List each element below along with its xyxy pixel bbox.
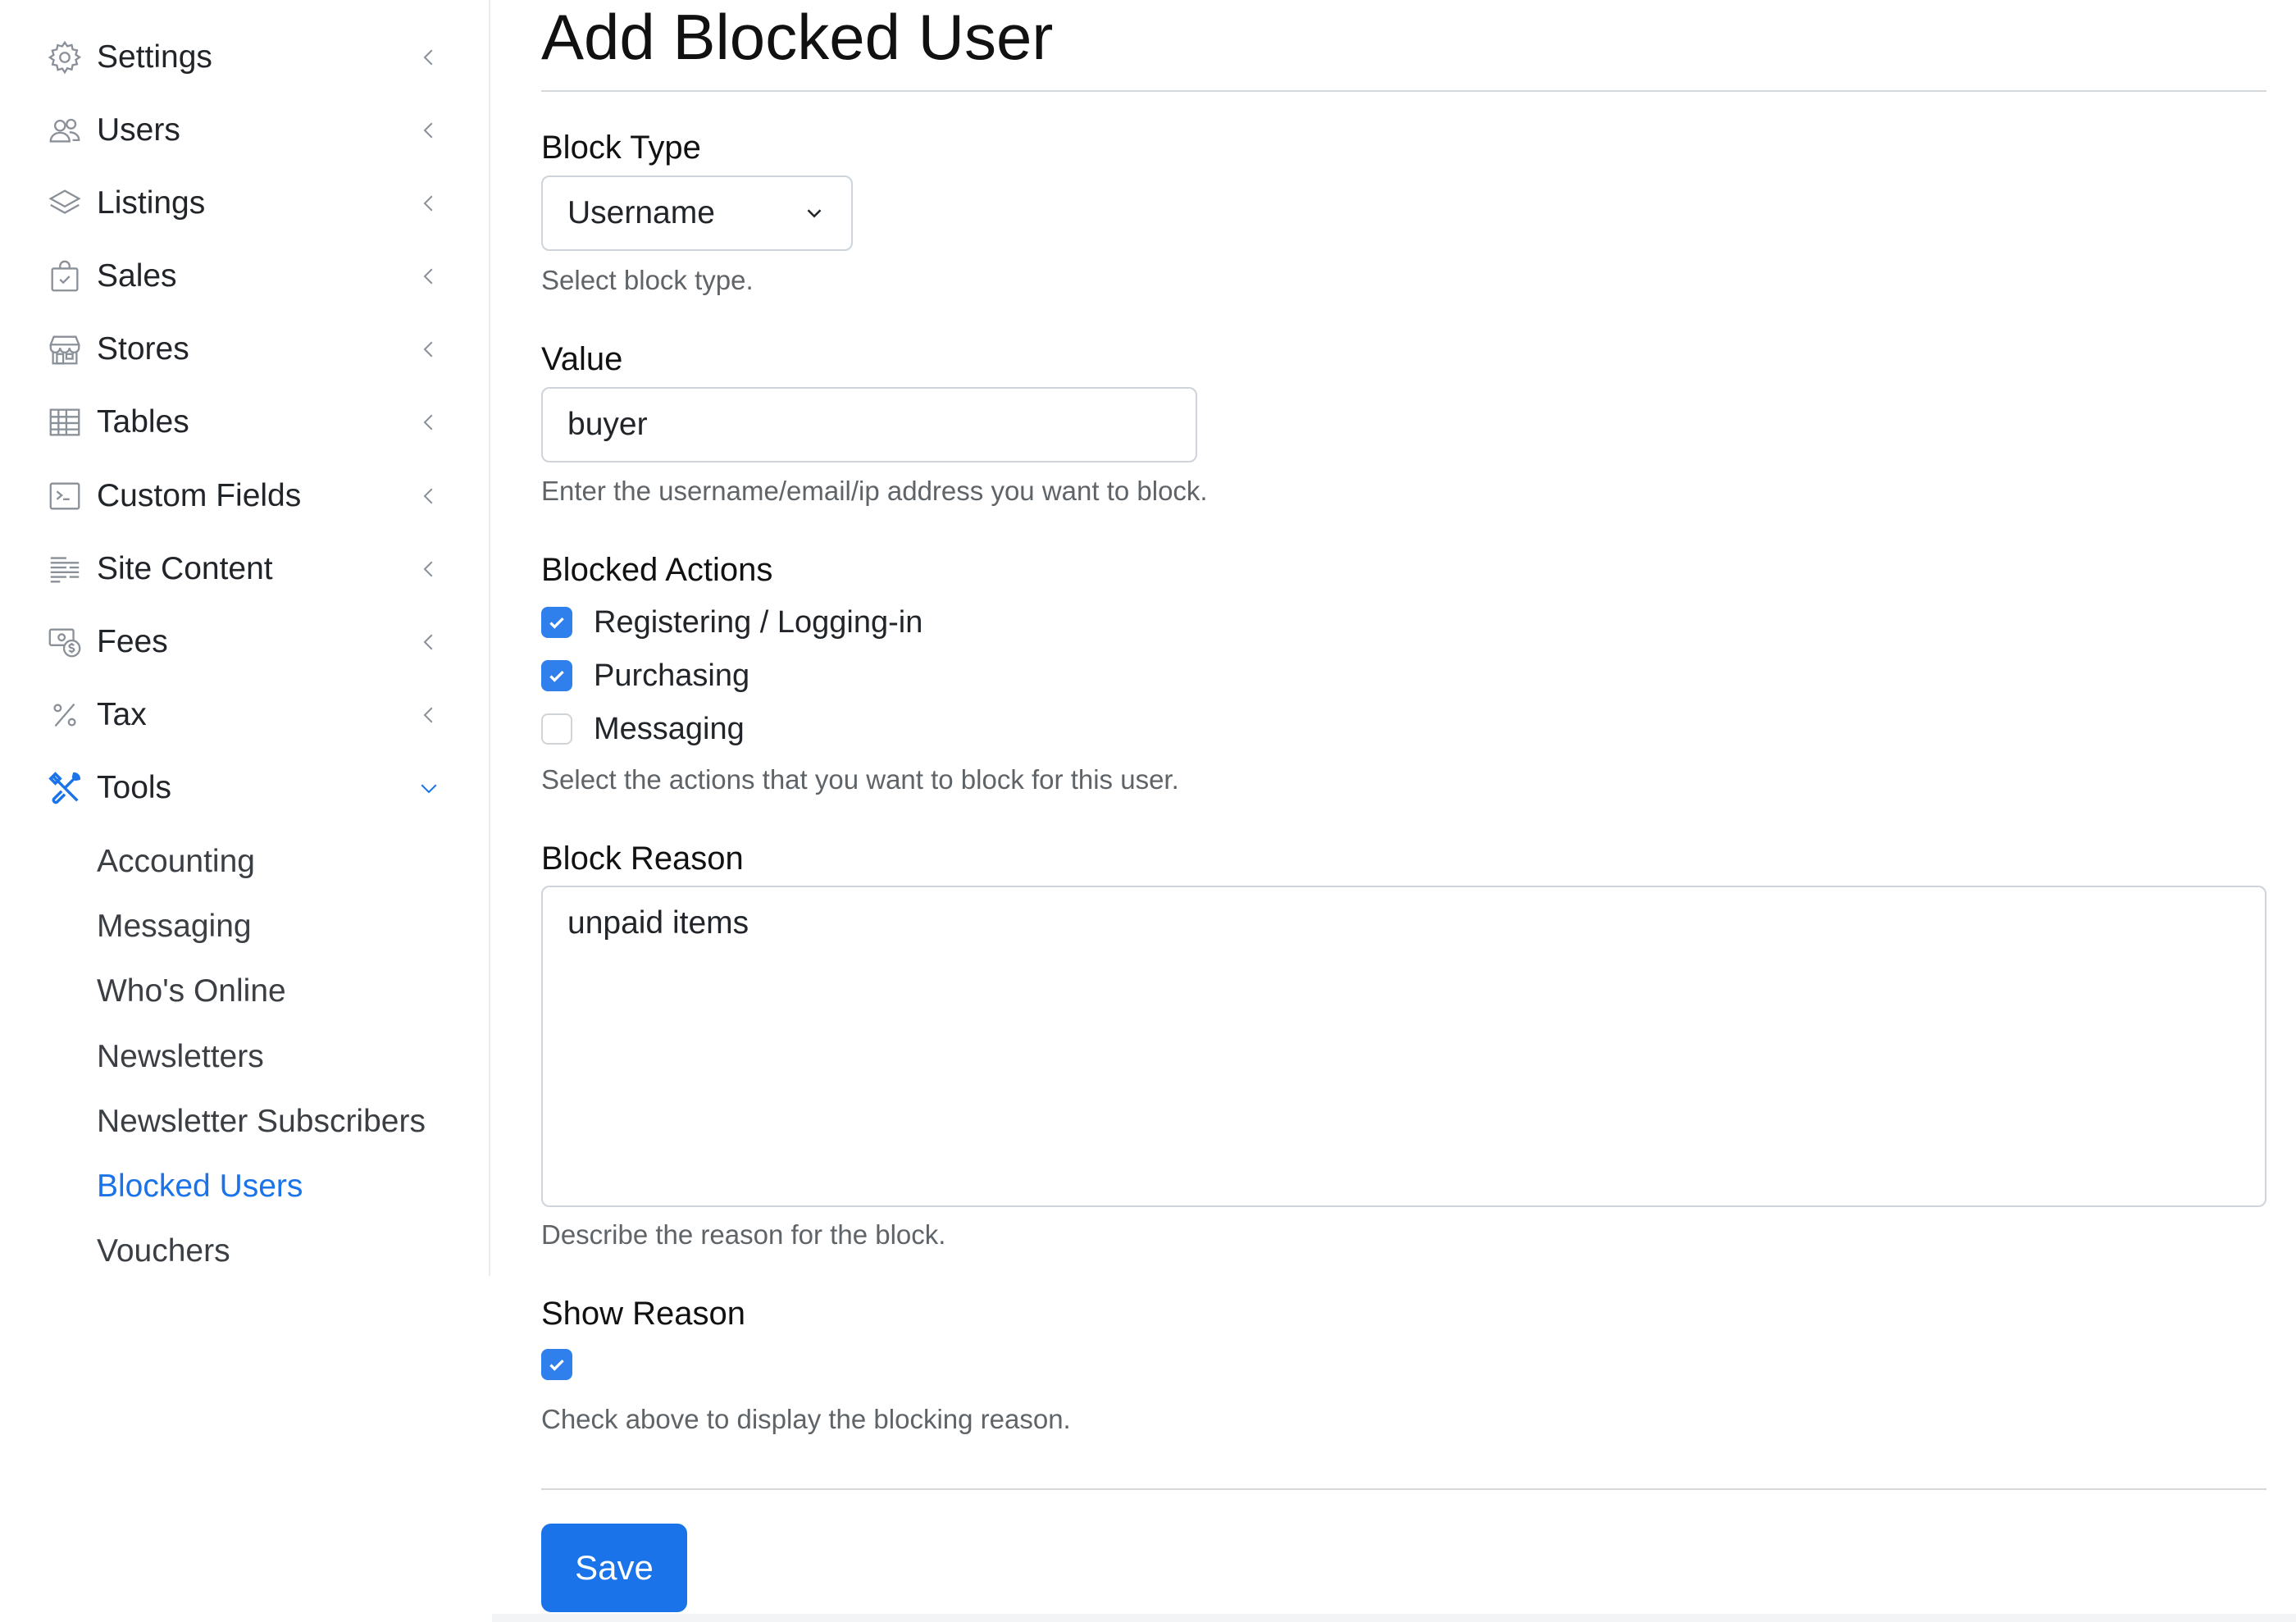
sidebar-item-listings[interactable]: Listings [0,171,489,236]
block-type-help: Select block type. [541,265,754,295]
money-icon [46,623,84,661]
purchasing-label: Purchasing [594,658,750,693]
page-bottom-strip [492,1614,2296,1622]
sidebar-item-label: Settings [97,39,212,75]
chevron-left-icon [417,484,441,508]
purchasing-checkbox[interactable] [541,660,572,691]
check-icon [549,617,564,629]
layers-icon [46,185,84,222]
terminal-icon [46,477,84,515]
form-footer-divider [541,1488,2266,1490]
percent-icon [46,696,84,734]
sidebar-item-label: Stores [97,331,189,367]
gear-icon [46,39,84,76]
table-icon [46,403,84,441]
registering-checkbox[interactable] [541,607,572,638]
show-reason-checkbox[interactable] [541,1349,572,1380]
sidebar-item-label: Tax [97,697,147,732]
block-type-selected-value: Username [567,195,715,230]
page-title: Add Blocked User [541,1,1054,73]
action-messaging-checkbox-row[interactable]: Messaging [541,706,745,752]
chevron-left-icon [417,630,441,654]
tools-icon [46,769,84,807]
sidebar-item-label: Site Content [97,551,273,586]
chevron-left-icon [417,703,441,727]
chevron-down-icon [802,201,827,226]
sidebar-subitem-vouchers[interactable]: Vouchers [97,1227,230,1276]
sidebar-item-label: Fees [97,624,168,659]
sidebar-subitem-newsletters[interactable]: Newsletters [97,1032,264,1082]
sidebar-item-site-content[interactable]: Site Content [0,536,489,602]
chevron-left-icon [417,191,441,216]
sidebar-item-label: Listings [97,185,206,221]
sidebar: Settings Users Listings Sales Stores Tab… [0,0,490,1276]
check-icon [549,1359,564,1371]
sidebar-item-settings[interactable]: Settings [0,25,489,90]
show-reason-checkbox-row[interactable] [541,1342,572,1387]
show-reason-label: Show Reason [541,1296,746,1332]
shopping-bag-icon [46,257,84,295]
value-label: Value [541,341,623,377]
chevron-down-icon [417,776,441,800]
sidebar-item-custom-fields[interactable]: Custom Fields [0,463,489,529]
sidebar-item-tax[interactable]: Tax [0,682,489,748]
storefront-icon [46,330,84,368]
sidebar-item-label: Tools [97,770,172,805]
messaging-checkbox[interactable] [541,713,572,745]
value-help: Enter the username/email/ip address you … [541,476,1208,506]
sidebar-subitem-blocked-users[interactable]: Blocked Users [97,1162,303,1211]
show-reason-help: Check above to display the blocking reas… [541,1404,1071,1434]
blocked-actions-help: Select the actions that you want to bloc… [541,764,1179,795]
chevron-left-icon [417,337,441,362]
block-reason-textarea[interactable]: unpaid items [541,886,2266,1207]
sidebar-subitem-messaging[interactable]: Messaging [97,902,252,951]
sidebar-item-sales[interactable]: Sales [0,244,489,309]
check-icon [549,670,564,682]
value-input[interactable] [541,387,1197,462]
registering-label: Registering / Logging-in [594,604,923,640]
action-registering-checkbox-row[interactable]: Registering / Logging-in [541,599,922,645]
chevron-left-icon [417,264,441,289]
messaging-label: Messaging [594,711,745,746]
chevron-left-icon [417,45,441,70]
sidebar-item-stores[interactable]: Stores [0,317,489,382]
sidebar-item-label: Users [97,112,180,148]
sidebar-item-label: Custom Fields [97,478,302,513]
title-divider [541,90,2266,92]
sidebar-item-label: Tables [97,404,189,440]
sidebar-subitem-accounting[interactable]: Accounting [97,837,255,886]
save-button[interactable]: Save [541,1524,687,1612]
chevron-left-icon [417,557,441,581]
sidebar-item-label: Sales [97,258,177,294]
block-type-select[interactable]: Username [541,175,853,251]
text-lines-icon [46,550,84,588]
block-type-label: Block Type [541,130,701,166]
sidebar-item-users[interactable]: Users [0,98,489,163]
sidebar-subitem-newsletter-subscribers[interactable]: Newsletter Subscribers [97,1097,426,1146]
chevron-left-icon [417,410,441,435]
block-reason-label: Block Reason [541,841,744,877]
sidebar-subitem-whos-online[interactable]: Who's Online [97,967,286,1016]
blocked-actions-label: Blocked Actions [541,552,773,588]
users-icon [46,112,84,149]
chevron-left-icon [417,118,441,143]
block-reason-help: Describe the reason for the block. [541,1219,946,1250]
sidebar-item-tools[interactable]: Tools [0,755,489,821]
action-purchasing-checkbox-row[interactable]: Purchasing [541,653,749,699]
sidebar-item-tables[interactable]: Tables [0,390,489,455]
sidebar-item-fees[interactable]: Fees [0,609,489,675]
